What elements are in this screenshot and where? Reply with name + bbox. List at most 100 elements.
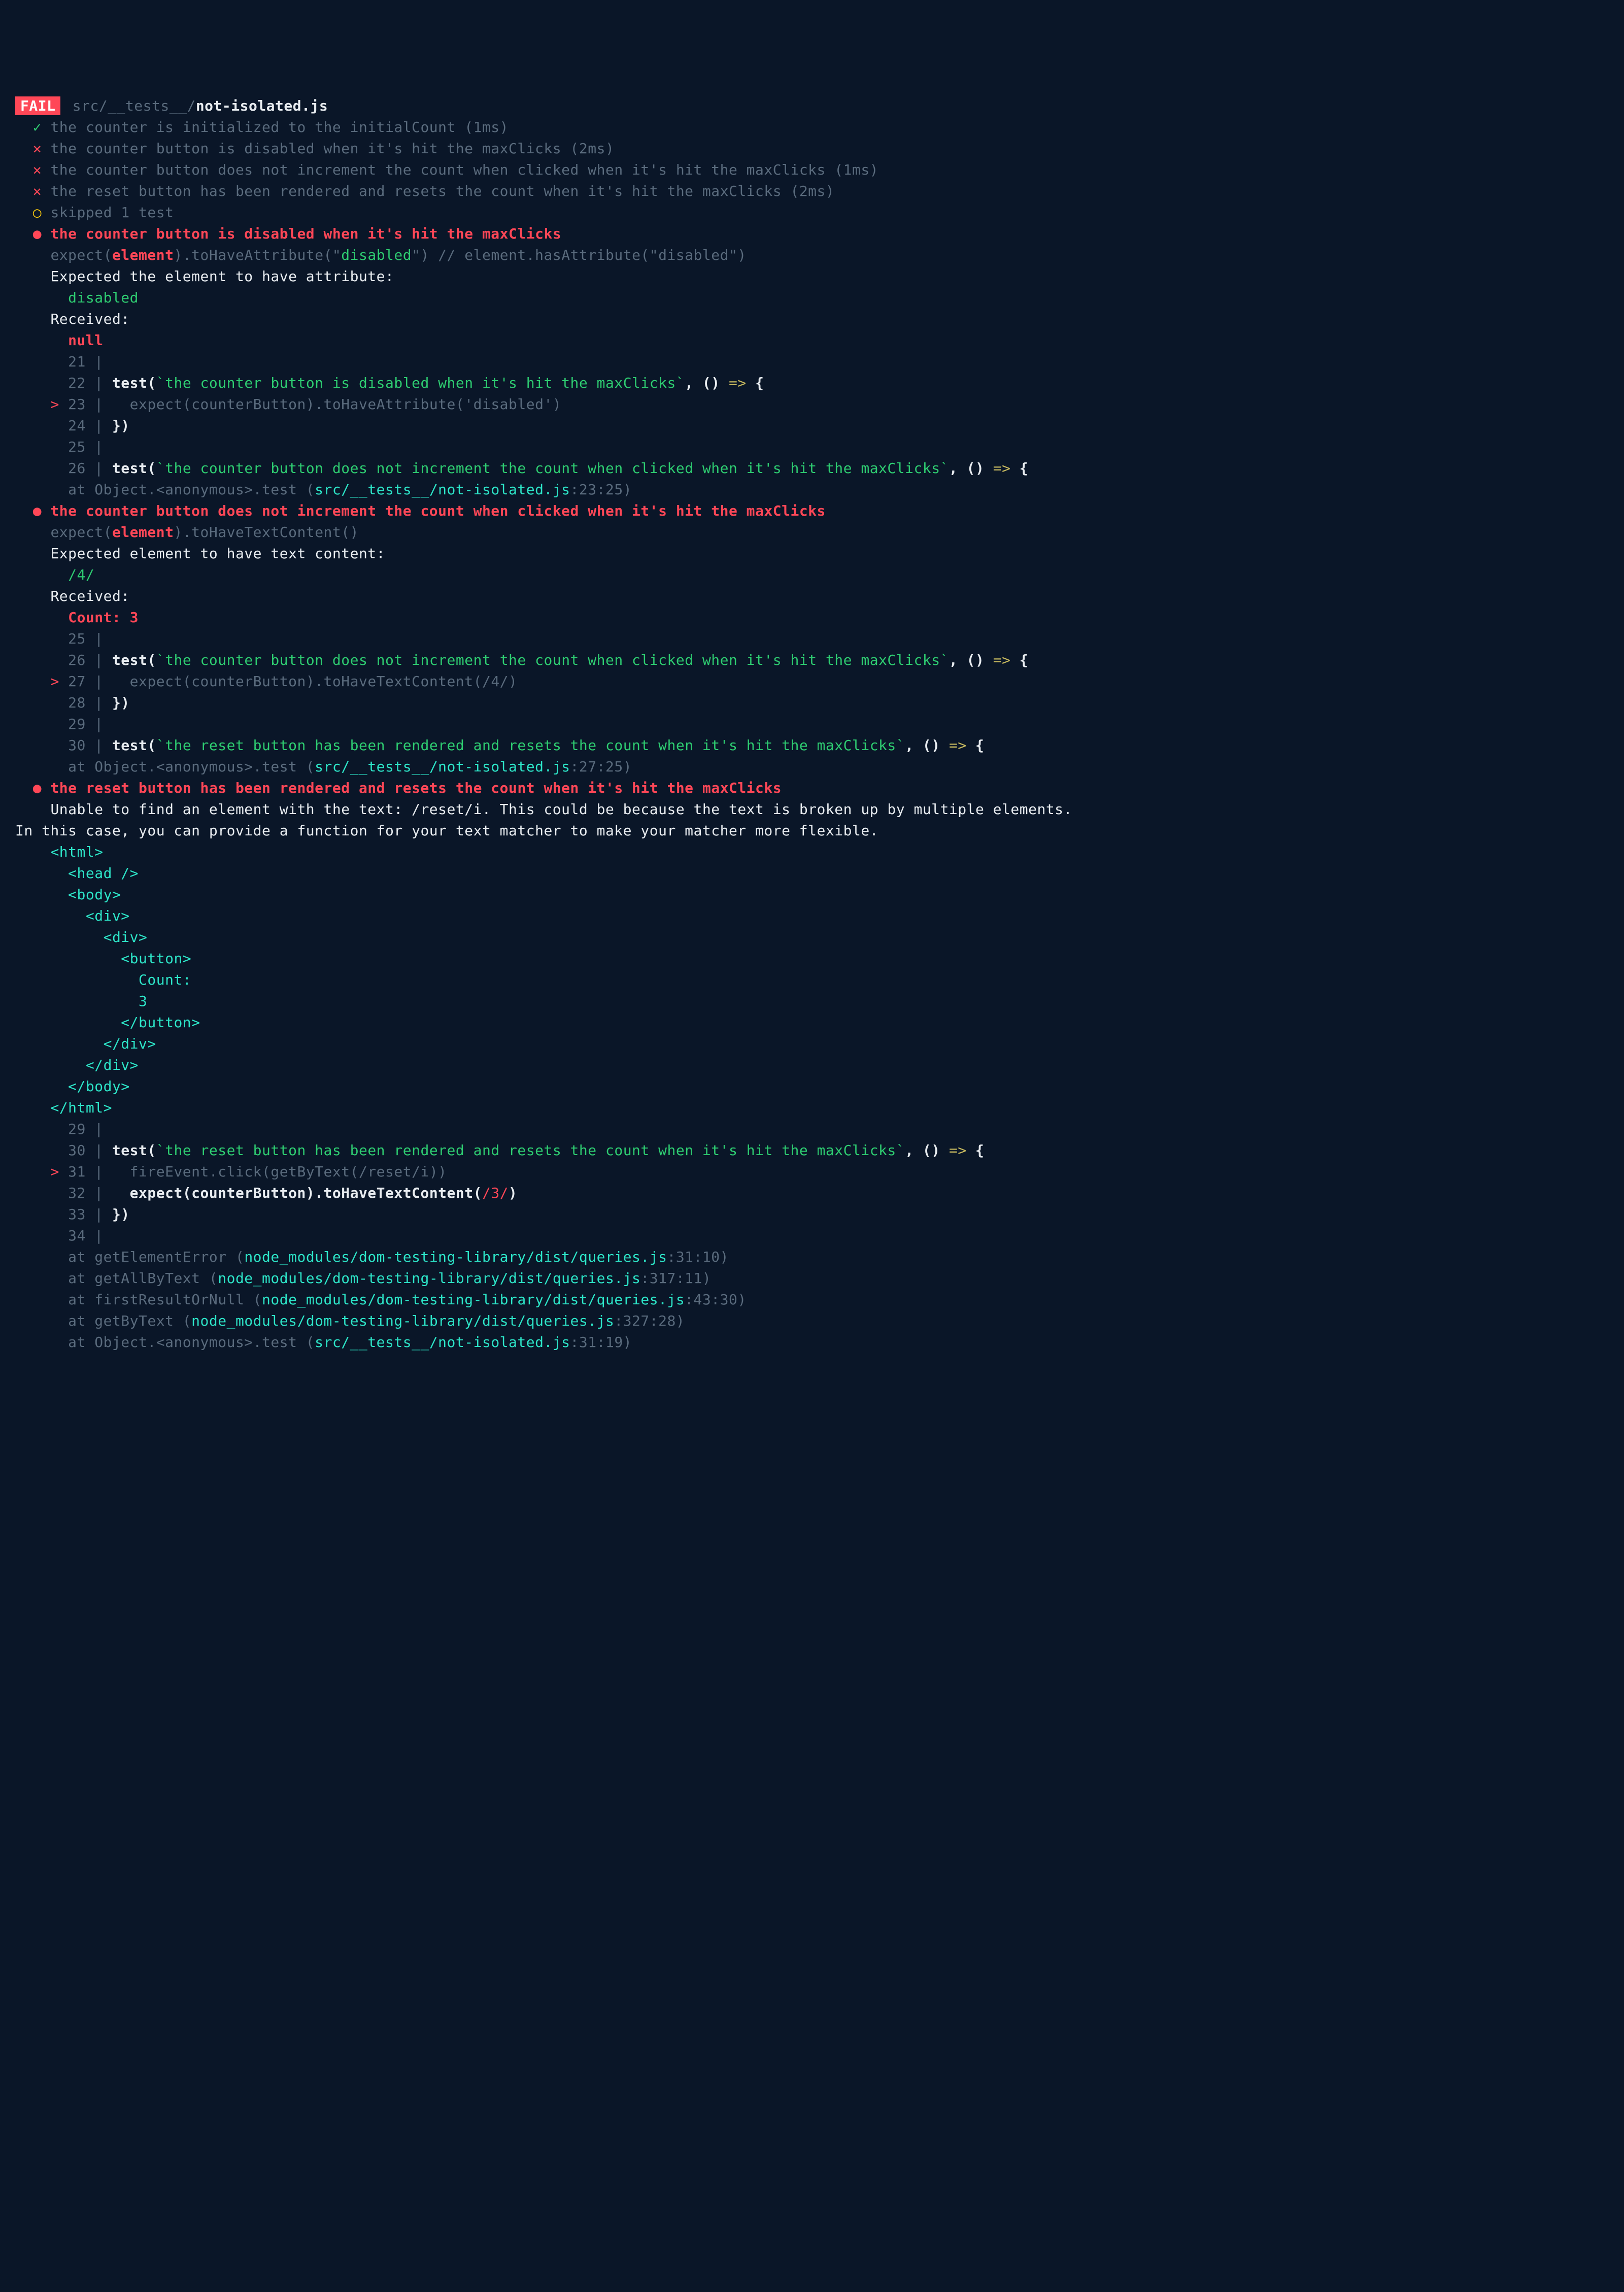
line-number: 25 [68,439,86,455]
summary-text: the counter is initialized to the initia… [50,119,509,136]
assertion-line: expect(element).toHaveAttribute("disable… [15,245,1609,266]
code-snippet-line: 30 | test(`the reset button has been ren… [15,1140,1609,1161]
line-number: 32 [68,1185,86,1201]
line-number: 26 [68,460,86,477]
dom-dump-line: <div> [15,927,1609,948]
received-value: null [68,332,103,349]
line-number: 25 [68,630,86,647]
code-snippet-line: 24 | }) [15,415,1609,436]
dom-dump-line: <body> [15,884,1609,905]
line-number: 29 [68,716,86,732]
line-number: 34 [68,1227,86,1244]
line-number: 31 [68,1163,86,1180]
summary-marker: ✕ [33,183,42,199]
stack-location: src/__tests__/not-isolated.js [315,1334,570,1351]
stack-frame: at Object.<anonymous>.test (src/__tests_… [15,479,1609,500]
stack-location: src/__tests__/not-isolated.js [315,481,570,498]
line-number: 21 [68,353,86,370]
dom-dump-line: Count: [15,969,1609,991]
file-path-dim: src/__tests__/ [73,97,196,114]
code-snippet-line: 30 | test(`the reset button has been ren… [15,735,1609,756]
dom-dump-line: <button> [15,948,1609,969]
summary-text: the reset button has been rendered and r… [50,183,834,199]
error-title-text: the counter button does not increment th… [50,502,825,519]
line-number: 29 [68,1121,86,1137]
received-label: Received: [50,311,129,327]
error-bullet-icon: ● [33,780,42,796]
summary-marker: ✕ [33,140,42,157]
stack-location: node_modules/dom-testing-library/dist/qu… [218,1270,640,1287]
file-header: FAIL src/__tests__/not-isolated.js [15,95,1609,117]
stack-location: node_modules/dom-testing-library/dist/qu… [191,1312,614,1329]
test-summary-line: ✕ the reset button has been rendered and… [15,181,1609,202]
stack-location: node_modules/dom-testing-library/dist/qu… [244,1249,667,1265]
code-snippet-line: 29 | [15,714,1609,735]
expected-label: Expected element to have text content: [50,545,385,562]
error-bullet-icon: ● [33,502,42,519]
line-number: 30 [68,737,86,754]
dom-dump-line: </html> [15,1097,1609,1119]
error-title-text: the reset button has been rendered and r… [50,780,782,796]
code-snippet-line: 32 | expect(counterButton).toHaveTextCon… [15,1183,1609,1204]
summary-text: the counter button does not increment th… [50,161,878,178]
line-number: 22 [68,375,86,391]
error-title-text: the counter button is disabled when it's… [50,225,561,242]
error-pointer-icon: > [50,1163,68,1180]
assertion-line: expect(element).toHaveTextContent() [15,522,1609,543]
line-number: 33 [68,1206,86,1223]
code-snippet-line: 22 | test(`the counter button is disable… [15,373,1609,394]
dom-dump-line: <html> [15,841,1609,863]
summary-text: skipped 1 test [50,204,174,221]
line-number: 26 [68,652,86,668]
code-snippet-line: 21 | [15,351,1609,373]
stack-frame: at Object.<anonymous>.test (src/__tests_… [15,756,1609,778]
error-message: Unable to find an element with the text:… [15,799,1609,820]
summary-marker: ✓ [33,119,42,136]
line-number: 27 [68,673,86,690]
test-summary-line: ✕ the counter button does not increment … [15,159,1609,181]
received-label: Received: [50,588,129,604]
error-title: ● the counter button is disabled when it… [15,223,1609,245]
code-snippet-line: 25 | [15,436,1609,458]
jest-output: FAIL src/__tests__/not-isolated.js ✓ the… [15,95,1609,1353]
stack-frame: at getElementError (node_modules/dom-tes… [15,1246,1609,1268]
error-bullet-icon: ● [33,225,42,242]
error-pointer-icon: > [50,396,68,413]
stack-frame: at Object.<anonymous>.test (src/__tests_… [15,1332,1609,1353]
code-snippet-line: 33 | }) [15,1204,1609,1225]
code-snippet-line: 34 | [15,1225,1609,1246]
summary-marker: ✕ [33,161,42,178]
dom-dump-line: 3 [15,991,1609,1012]
dom-dump-line: </button> [15,1012,1609,1033]
stack-location: node_modules/dom-testing-library/dist/qu… [262,1291,685,1308]
stack-frame: at getByText (node_modules/dom-testing-l… [15,1310,1609,1332]
stack-frame: at firstResultOrNull (node_modules/dom-t… [15,1289,1609,1310]
error-title: ● the reset button has been rendered and… [15,778,1609,799]
stack-frame: at getAllByText (node_modules/dom-testin… [15,1268,1609,1289]
dom-dump-line: </div> [15,1033,1609,1055]
line-number: 23 [68,396,86,413]
line-number: 24 [68,417,86,434]
expected-value: disabled [68,289,139,306]
summary-text: the counter button is disabled when it's… [50,140,614,157]
expected-label: Expected the element to have attribute: [50,268,394,285]
line-number: 30 [68,1142,86,1159]
received-value: Count: 3 [68,609,139,626]
error-title: ● the counter button does not increment … [15,500,1609,522]
code-snippet-line: 25 | [15,628,1609,650]
code-snippet-line: 26 | test(`the counter button does not i… [15,458,1609,479]
file-path-bold: not-isolated.js [196,97,328,114]
code-snippet-line: > 27 | expect(counterButton).toHaveTextC… [15,671,1609,692]
code-snippet-line: > 23 | expect(counterButton).toHaveAttri… [15,394,1609,415]
code-snippet-line: > 31 | fireEvent.click(getByText(/reset/… [15,1161,1609,1183]
stack-location: src/__tests__/not-isolated.js [315,758,570,775]
error-pointer-icon: > [50,673,68,690]
dom-dump-line: </body> [15,1076,1609,1097]
code-snippet-line: 28 | }) [15,692,1609,714]
summary-marker: ○ [33,204,42,221]
test-summary-line: ✕ the counter button is disabled when it… [15,138,1609,159]
dom-dump-line: </div> [15,1055,1609,1076]
dom-dump-line: <div> [15,905,1609,927]
code-snippet-line: 26 | test(`the counter button does not i… [15,650,1609,671]
fail-badge: FAIL [15,96,60,115]
